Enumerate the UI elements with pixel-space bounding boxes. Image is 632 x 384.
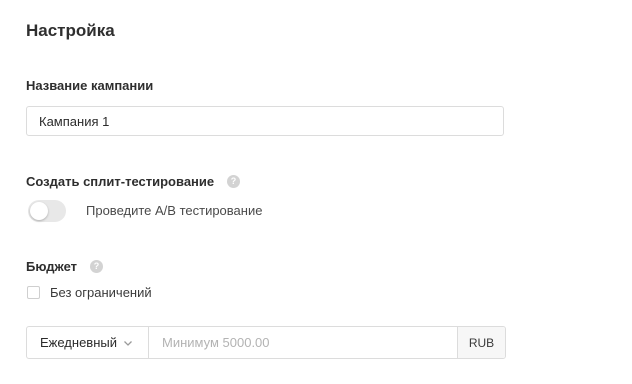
chevron-down-icon: [124, 340, 132, 346]
toggle-knob: [30, 202, 48, 220]
section-title: Настройка: [26, 21, 115, 40]
campaign-name-label: Название кампании: [26, 78, 154, 93]
split-test-toggle[interactable]: [28, 200, 66, 222]
budget-input-group: Ежедневный RUB: [26, 326, 506, 359]
budget-amount-input[interactable]: [149, 327, 457, 358]
currency-label: RUB: [457, 327, 505, 358]
unlimited-budget-checkbox[interactable]: [27, 286, 40, 299]
split-test-help-icon[interactable]: ?: [227, 175, 240, 188]
budget-period-value: Ежедневный: [40, 335, 117, 350]
campaign-name-input[interactable]: [26, 106, 504, 136]
budget-label: Бюджет: [26, 259, 77, 274]
budget-period-select[interactable]: Ежедневный: [27, 327, 149, 358]
split-test-label: Создать сплит-тестирование: [26, 174, 215, 189]
budget-help-icon[interactable]: ?: [90, 260, 103, 273]
split-test-toggle-label: Проведите A/B тестирование: [86, 203, 263, 218]
unlimited-budget-label[interactable]: Без ограничений: [50, 285, 152, 301]
